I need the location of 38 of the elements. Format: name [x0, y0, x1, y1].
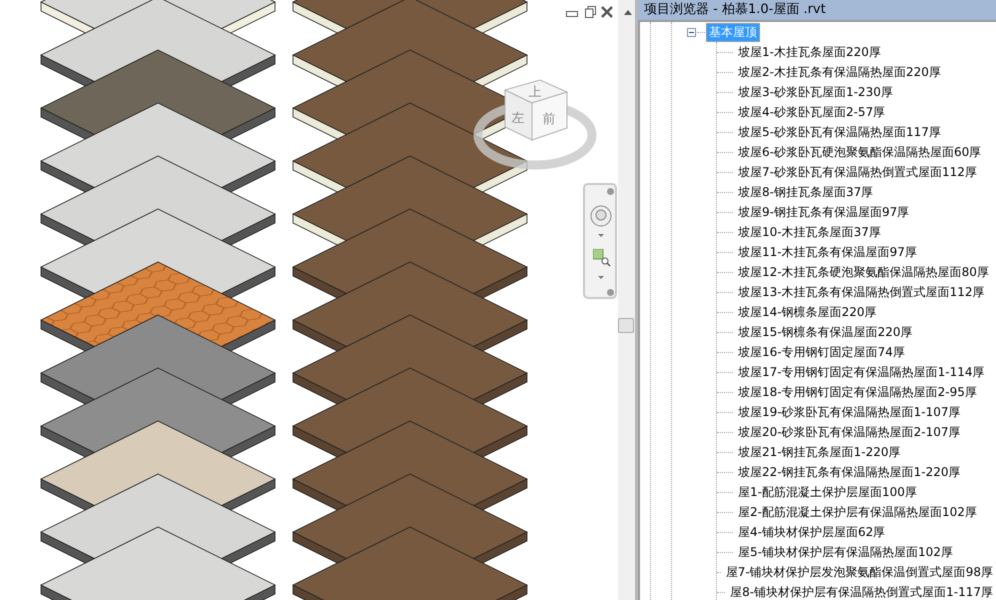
tree-item[interactable]: 坡屋21-钢挂瓦条屋面1-220厚 — [735, 442, 904, 462]
tree-item[interactable]: 坡屋1-木挂瓦条屋面220厚 — [735, 42, 884, 62]
scroll-up-arrow-icon[interactable] — [624, 10, 632, 15]
tree-item[interactable]: 坡屋7-砂浆卧瓦有保温隔热倒置式屋面112厚 — [735, 162, 980, 182]
tree-item[interactable]: 坡屋18-专用钢钉固定有保温隔热屋面2-95厚 — [735, 382, 980, 402]
tree-item[interactable]: 坡屋6-砂浆卧瓦硬泡聚氨酯保温隔热屋面60厚 — [735, 142, 984, 162]
tree-item[interactable]: 坡屋3-砂浆卧瓦屋面1-230厚 — [735, 82, 896, 102]
scrollbar-thumb[interactable] — [618, 318, 634, 333]
tree-item[interactable]: 坡屋4-砂浆卧瓦屋面2-57厚 — [735, 102, 888, 122]
tree-item[interactable]: 坡屋10-木挂瓦条屋面37厚 — [735, 222, 884, 242]
tree-item[interactable]: 坡屋9-钢挂瓦条有保温屋面97厚 — [735, 202, 912, 222]
tree-item[interactable]: 坡屋5-砂浆卧瓦有保温隔热屋面117厚 — [735, 122, 944, 142]
tree-item[interactable]: 坡屋20-砂浆卧瓦有保温隔热屋面2-107厚 — [735, 422, 964, 442]
caret-icon[interactable] — [598, 234, 604, 237]
tree-item[interactable]: 屋5-铺块材保护层有保温隔热屋面102厚 — [735, 542, 956, 562]
collapse-toggle-icon[interactable] — [687, 28, 696, 36]
tree-item[interactable]: 坡屋15-钢檩条有保温屋面220厚 — [735, 322, 916, 342]
tree-item[interactable]: 坡屋8-钢挂瓦条屋面37厚 — [735, 182, 876, 202]
panel-title: 项目浏览器 - 柏慕1.0-屋面 .rvt — [638, 0, 996, 20]
tree-item[interactable]: 坡屋19-砂浆卧瓦有保温隔热屋面1-107厚 — [735, 402, 964, 422]
tree-item[interactable]: 坡屋11-木挂瓦条有保温屋面97厚 — [735, 242, 920, 262]
tree-item[interactable]: 坡屋13-木挂瓦条有保温隔热倒置式屋面112厚 — [735, 282, 988, 302]
tree-item[interactable]: 屋4-铺块材保护层屋面62厚 — [735, 522, 888, 542]
tree-item[interactable]: 坡屋17-专用钢钉固定有保温隔热屋面1-114厚 — [735, 362, 988, 382]
tree-item[interactable]: 坡屋14-钢檩条屋面220厚 — [735, 302, 880, 322]
tree-item[interactable]: 屋2-配筋混凝土保护层有保温隔热屋面102厚 — [735, 502, 980, 522]
minimize-icon[interactable] — [566, 11, 578, 17]
tree-item[interactable]: 屋7-铺块材保护层发泡聚氨酯保温倒置式屋面98厚 — [722, 562, 996, 582]
restore-icon[interactable] — [585, 6, 596, 18]
tree-item[interactable]: 坡屋22-钢挂瓦条有保温隔热屋面1-220厚 — [735, 462, 964, 482]
zoom-icon[interactable] — [593, 249, 611, 267]
tree-item[interactable]: 坡屋16-专用钢钉固定屋面74厚 — [735, 342, 908, 362]
tree-item[interactable]: 屋8-铺块材保护层有保温隔热倒置式屋面1-117厚 — [727, 582, 996, 600]
tree-item[interactable]: 坡屋2-木挂瓦条有保温隔热屋面220厚 — [735, 62, 944, 82]
steering-wheel-icon[interactable] — [590, 205, 612, 227]
tree-item[interactable]: 坡屋12-木挂瓦条硬泡聚氨酯保温隔热屋面80厚 — [735, 262, 992, 282]
tree-item[interactable]: 屋1-配筋混凝土保护层屋面100厚 — [735, 482, 920, 502]
caret-icon[interactable] — [598, 276, 604, 279]
